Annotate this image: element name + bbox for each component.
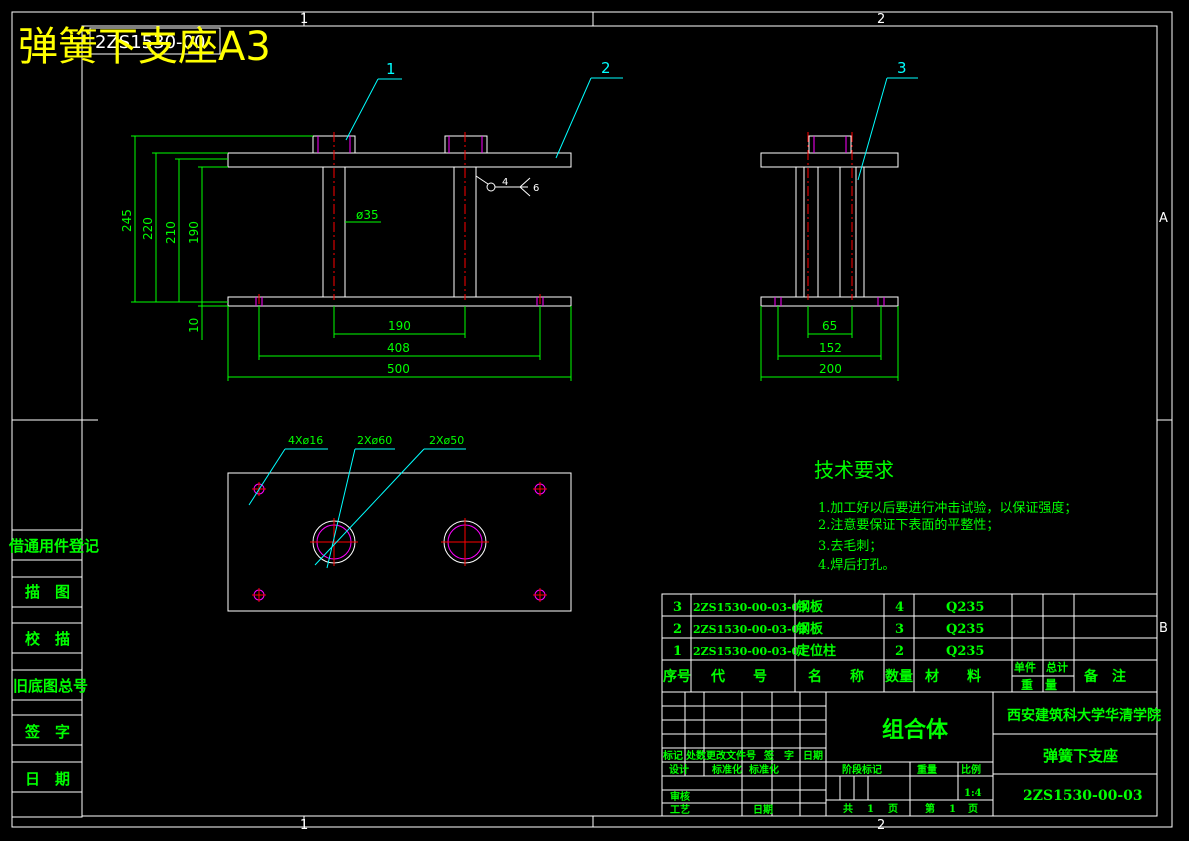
dim-190-width: 190 [388, 319, 411, 333]
holes-50: 2Xø50 [429, 434, 464, 447]
part-name: 钢板 [797, 621, 824, 637]
front-dimensions [131, 135, 572, 381]
part-qty: 2 [895, 644, 904, 659]
part-qty: 3 [895, 622, 904, 637]
left-col-item: 日 期 [25, 770, 70, 788]
holes-16: 4Xø16 [288, 434, 323, 447]
balloon-1: 1 [386, 60, 396, 78]
rev-mark: 标记 [662, 749, 683, 762]
scale-label: 比例 [961, 763, 981, 776]
scale-value: 1:4 [964, 788, 982, 799]
weld-6: 6 [533, 183, 539, 194]
drawing-title: 弹簧下支座A3 [18, 24, 271, 70]
hdr-note: 备 注 [1083, 668, 1126, 685]
hdr-material: 材 料 [925, 668, 981, 685]
zone-top-1: 1 [300, 12, 308, 27]
rev-date: 日期 [803, 749, 823, 762]
dim-220: 220 [141, 217, 155, 240]
parts-list: 3 2ZS1530-00-03-03 钢板 4 Q235 2 2ZS1530-0… [663, 599, 1126, 692]
zone-bottom-1: 1 [300, 818, 308, 833]
top-plate [227, 152, 572, 168]
tech-item: 2.注意要保证下表面的平整性； [818, 517, 999, 533]
left-col-item: 旧底图总号 [13, 677, 88, 695]
dim-245: 245 [120, 209, 134, 232]
dim-408: 408 [387, 341, 410, 355]
dim-65: 65 [822, 319, 837, 333]
part-name: 钢板 [797, 599, 824, 615]
bottom-plate [227, 296, 572, 307]
part-name: 定位柱 [796, 643, 836, 659]
part-material: Q235 [946, 644, 984, 659]
dim-190: 190 [187, 221, 201, 244]
hdr-unit: 单件 [1014, 660, 1036, 674]
dim-10: 10 [187, 318, 201, 333]
sheet-no: 1 [949, 804, 956, 815]
zone-right-b: B [1159, 621, 1168, 636]
sheet-page: 页 [888, 803, 898, 815]
dim-dia35: ø35 [356, 208, 379, 222]
cad-drawing-sheet: 1 2 1 2 A B 2ZS1530-00 弹簧下支座A3 借通用件登记 描 … [8, 11, 1173, 833]
part-code: 2ZS1530-00-03-02 [693, 623, 807, 636]
left-col-item: 描 图 [25, 583, 70, 601]
left-col-item: 借通用件登记 [8, 537, 99, 555]
balloon-leaders [345, 77, 918, 181]
sheet-page-2: 页 [968, 803, 978, 815]
hdr-no: 序号 [663, 668, 691, 685]
part-no: 2 [673, 622, 682, 637]
hdr-code: 代 号 [710, 668, 767, 685]
hdr-total: 总计 [1046, 660, 1068, 674]
balloon-3: 3 [897, 59, 907, 77]
front-view [227, 132, 572, 309]
zone-top-2: 2 [877, 12, 885, 27]
stage-label: 阶段标记 [842, 763, 882, 776]
tech-requirements: 技术要求 1.加工好以后要进行冲击试验，以保证强度； 2.注意要保证下表面的平整… [814, 458, 1077, 573]
design-label: 设计 [669, 763, 689, 776]
hdr-qty: 数量 [885, 668, 913, 685]
part-material: Q235 [946, 622, 984, 637]
standard-label: 标准化 [711, 763, 742, 776]
sheet-total: 共 [843, 802, 853, 815]
sheet-of: 第 [925, 802, 935, 815]
part-material: Q235 [946, 600, 984, 615]
rev-doc: 更改文件号 [706, 749, 756, 762]
part-no: 1 [673, 644, 682, 659]
assembly-name: 组合体 [882, 717, 949, 743]
top-view: 4Xø16 2Xø60 2Xø50 [227, 434, 572, 612]
rev-count: 处数 [685, 749, 707, 762]
balloon-2: 2 [601, 59, 611, 77]
review-label: 审核 [670, 790, 690, 803]
hdr-name: 名 称 [808, 668, 864, 685]
holes-60: 2Xø60 [357, 434, 392, 447]
std-check-label: 标准化 [748, 763, 779, 776]
left-col-item: 校 描 [25, 630, 70, 648]
left-col-item: 签 字 [24, 723, 70, 741]
tech-item: 4.焊后打孔。 [818, 557, 895, 573]
hdr-weight: 重 量 [1021, 677, 1057, 692]
tech-item: 1.加工好以后要进行冲击试验，以保证强度； [818, 500, 1077, 516]
tech-item: 3.去毛刺； [818, 539, 882, 554]
rev-sign: 签 字 [763, 749, 794, 762]
boss-right [444, 135, 488, 154]
drawing-number: 2ZS1530-00-03 [1023, 788, 1143, 804]
dim-200: 200 [819, 362, 842, 376]
part-qty: 4 [895, 600, 904, 615]
part-no: 3 [673, 600, 682, 615]
process-label: 工艺 [670, 803, 690, 816]
part-code: 2ZS1530-00-03-01 [693, 645, 807, 658]
sheet-frame [11, 11, 1173, 828]
zone-right-a: A [1159, 211, 1168, 226]
dim-210: 210 [164, 221, 178, 244]
zone-bottom-2: 2 [877, 818, 885, 833]
dim-152: 152 [819, 341, 842, 355]
weld-4: 4 [502, 177, 508, 188]
date-label: 日期 [753, 803, 773, 816]
tech-heading: 技术要求 [814, 458, 894, 482]
weight-label: 重量 [917, 763, 937, 776]
sheet-total-no: 1 [867, 804, 874, 815]
school-name: 西安建筑科大学华清学院 [1007, 707, 1161, 724]
side-view [760, 132, 899, 307]
drawing-name: 弹簧下支座 [1043, 747, 1118, 765]
part-code: 2ZS1530-00-03-03 [693, 601, 807, 614]
dim-500: 500 [387, 362, 410, 376]
